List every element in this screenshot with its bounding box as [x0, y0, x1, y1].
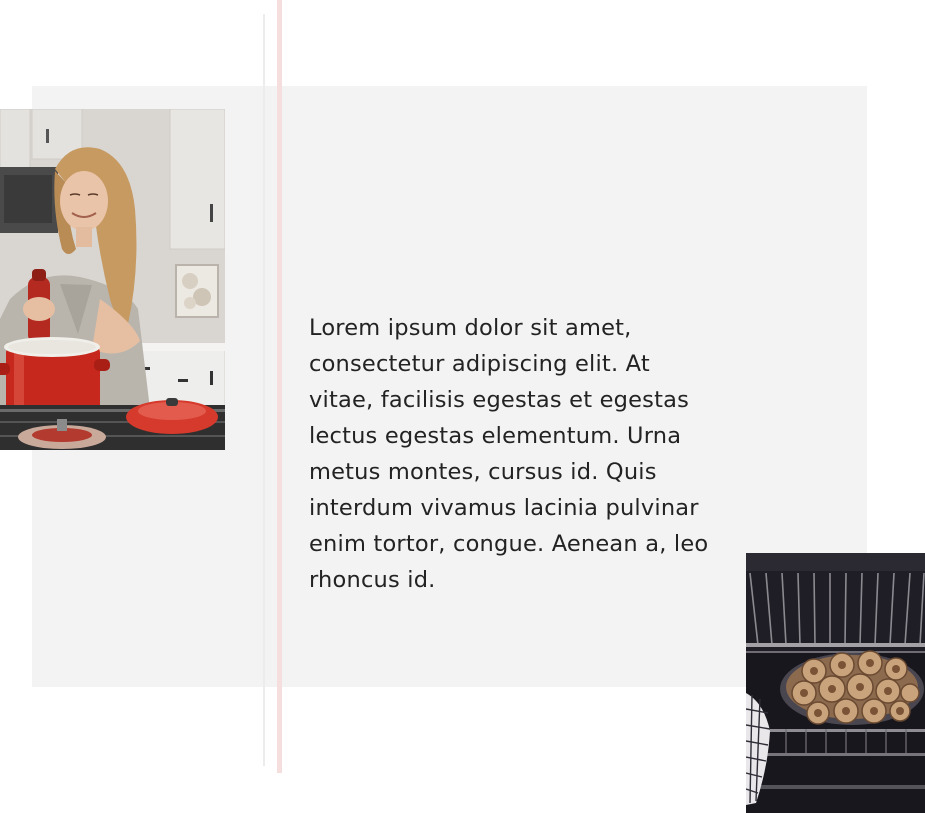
page: Lorem ipsum dolor sit amet, consectetur …: [0, 0, 925, 813]
divider-line: [263, 14, 265, 766]
woman-cooking-photo: [0, 109, 225, 450]
cinnamon-rolls-oven-photo: [746, 553, 925, 813]
accent-line: [277, 0, 282, 773]
body-paragraph: Lorem ipsum dolor sit amet, consectetur …: [309, 315, 709, 593]
